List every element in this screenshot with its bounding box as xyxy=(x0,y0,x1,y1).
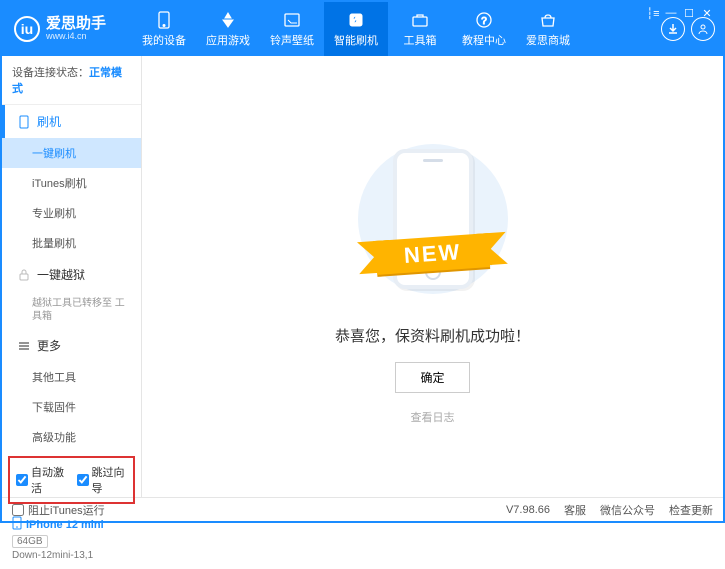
app-title: 爱思助手 xyxy=(46,16,106,33)
connection-status: 设备连接状态：正常模式 xyxy=(2,56,141,105)
nav-wallpaper[interactable]: 铃声壁纸 xyxy=(260,2,324,56)
logo-icon: iu xyxy=(14,16,40,42)
sidebar-item[interactable]: iTunes刷机 xyxy=(2,168,141,198)
new-ribbon: NEW xyxy=(375,233,490,275)
nav-toolbox[interactable]: 工具箱 xyxy=(388,2,452,56)
service-link[interactable]: 客服 xyxy=(564,502,586,518)
nav-store[interactable]: 爱思商城 xyxy=(516,2,580,56)
phone-small-icon xyxy=(12,516,22,533)
lock-icon xyxy=(17,268,31,282)
app-subtitle: www.i4.cn xyxy=(46,32,106,42)
sidebar-item[interactable]: 批量刷机 xyxy=(2,228,141,258)
main-panel: NEW 恭喜您，保资料刷机成功啦！ 确定 查看日志 xyxy=(142,56,723,497)
flash-icon xyxy=(347,11,365,29)
nav-help[interactable]: ?教程中心 xyxy=(452,2,516,56)
wechat-link[interactable]: 微信公众号 xyxy=(600,502,655,518)
sidebar-item[interactable]: 下载固件 xyxy=(2,392,141,422)
auto-activate-checkbox[interactable]: 自动激活 xyxy=(16,464,67,496)
minimize-button[interactable]: — xyxy=(663,6,679,20)
logo[interactable]: iu 爱思助手 www.i4.cn xyxy=(14,16,132,42)
options-highlight: 自动激活 跳过向导 xyxy=(8,456,135,504)
sidebar-item[interactable]: 其他工具 xyxy=(2,362,141,392)
nav-phone[interactable]: 我的设备 xyxy=(132,2,196,56)
device-firmware: Down-12mini-13,1 xyxy=(12,550,131,561)
help-icon: ? xyxy=(475,11,493,29)
top-nav: 我的设备应用游戏铃声壁纸智能刷机工具箱?教程中心爱思商城 xyxy=(132,2,661,56)
nav-app[interactable]: 应用游戏 xyxy=(196,2,260,56)
header: iu 爱思助手 www.i4.cn 我的设备应用游戏铃声壁纸智能刷机工具箱?教程… xyxy=(2,2,723,56)
store-icon xyxy=(539,11,557,29)
sidebar-note: 越狱工具已转移至 工具箱 xyxy=(2,291,141,329)
sidebar-item[interactable]: 一键刷机 xyxy=(2,138,141,168)
success-message: 恭喜您，保资料刷机成功啦！ xyxy=(335,325,530,346)
sidebar-section-更多[interactable]: 更多 xyxy=(2,329,141,362)
sidebar-section-刷机[interactable]: 刷机 xyxy=(2,105,141,138)
nav-flash[interactable]: 智能刷机 xyxy=(324,2,388,56)
phone-small-icon xyxy=(17,115,31,129)
app-icon xyxy=(219,11,237,29)
confirm-button[interactable]: 确定 xyxy=(395,362,469,393)
phone-icon xyxy=(155,11,173,29)
sidebar-item[interactable]: 高级功能 xyxy=(2,422,141,452)
sidebar: 设备连接状态：正常模式 刷机一键刷机iTunes刷机专业刷机批量刷机一键越狱越狱… xyxy=(2,56,142,497)
toolbox-icon xyxy=(411,11,429,29)
svg-text:?: ? xyxy=(481,16,487,27)
version-label: V7.98.66 xyxy=(506,504,550,516)
sidebar-item[interactable]: 专业刷机 xyxy=(2,198,141,228)
close-button[interactable]: ✕ xyxy=(699,6,715,20)
user-icon[interactable] xyxy=(691,17,715,41)
view-log-link[interactable]: 查看日志 xyxy=(411,409,455,425)
wallpaper-icon xyxy=(283,11,301,29)
maximize-button[interactable]: ☐ xyxy=(681,6,697,20)
download-icon[interactable] xyxy=(661,17,685,41)
block-itunes-checkbox[interactable]: 阻止iTunes运行 xyxy=(12,502,105,518)
skip-guide-checkbox[interactable]: 跳过向导 xyxy=(77,464,128,496)
success-illustration: NEW xyxy=(343,129,523,309)
settings-button[interactable]: ┆≡ xyxy=(645,6,661,20)
device-storage: 64GB xyxy=(12,535,48,548)
more-icon xyxy=(17,339,31,353)
update-link[interactable]: 检查更新 xyxy=(669,502,713,518)
sidebar-section-一键越狱[interactable]: 一键越狱 xyxy=(2,258,141,291)
